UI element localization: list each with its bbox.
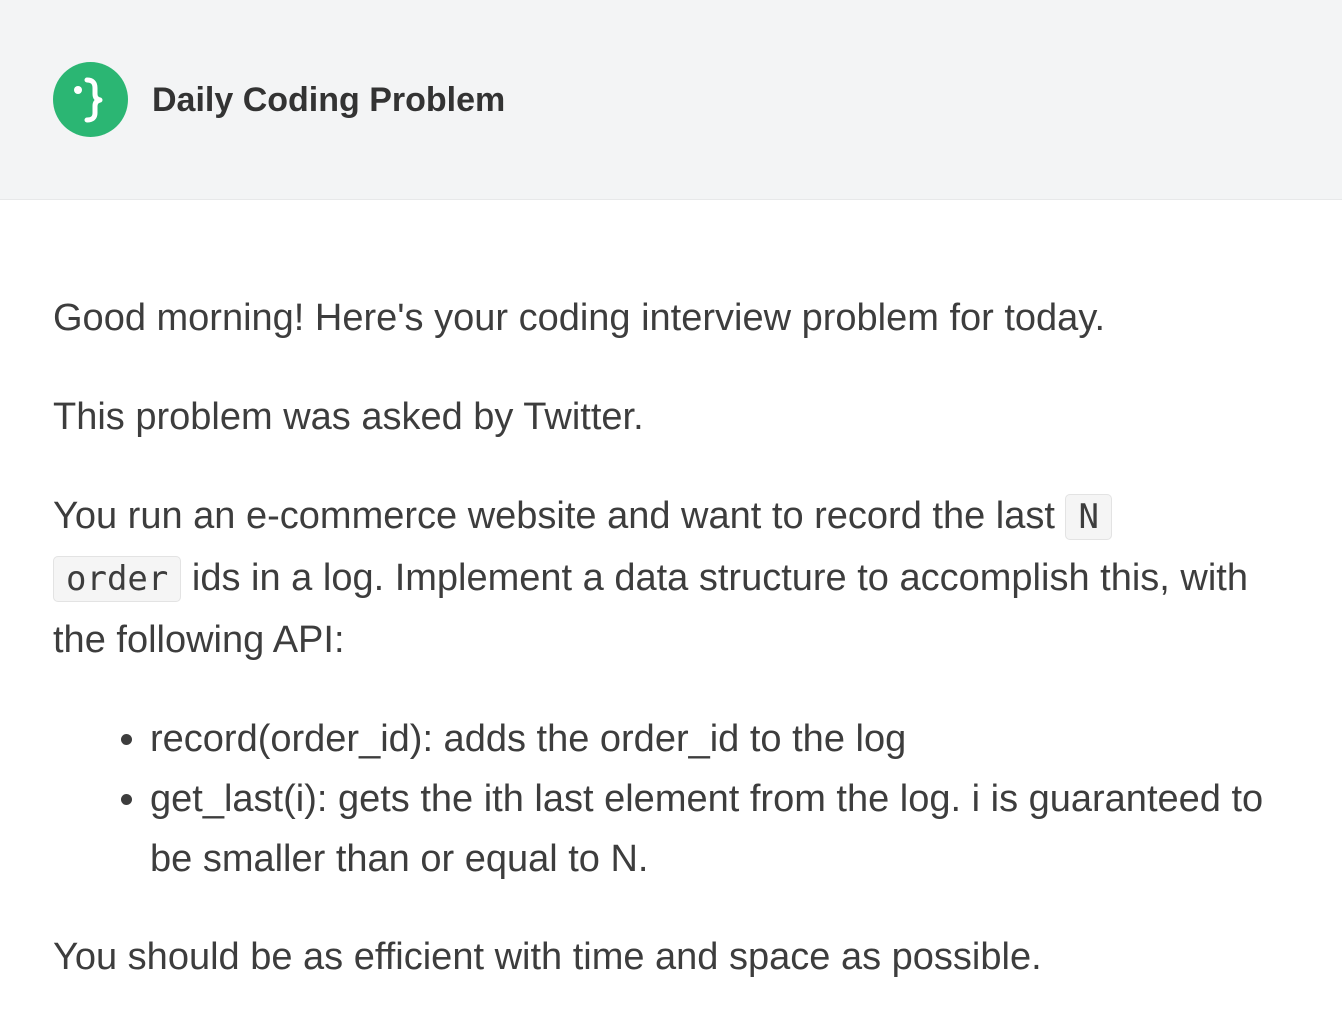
- problem-text-part1: You run an e-commerce website and want t…: [53, 495, 1066, 537]
- code-n: N: [1065, 494, 1112, 540]
- greeting-text: Good morning! Here's your coding intervi…: [53, 297, 1106, 339]
- problem-text-part2: ids in a log. Implement a data structure…: [53, 557, 1248, 661]
- curly-brace-face-icon: [74, 77, 103, 123]
- api-item-record: record(order_id): adds the order_id to t…: [150, 709, 1293, 769]
- closing-text: You should be as efficient with time and…: [53, 936, 1042, 978]
- api-list: record(order_id): adds the order_id to t…: [53, 709, 1293, 889]
- email-header: Daily Coding Problem: [0, 0, 1342, 200]
- email-body: Good morning! Here's your coding intervi…: [53, 288, 1293, 1026]
- asked-by-text: This problem was asked by Twitter.: [53, 396, 644, 438]
- api-item-get-last: get_last(i): gets the ith last element f…: [150, 769, 1293, 889]
- problem-description: You run an e-commerce website and want t…: [53, 486, 1293, 671]
- code-order: order: [53, 556, 182, 602]
- logo[interactable]: [53, 62, 128, 137]
- brand-name[interactable]: Daily Coding Problem: [152, 79, 505, 121]
